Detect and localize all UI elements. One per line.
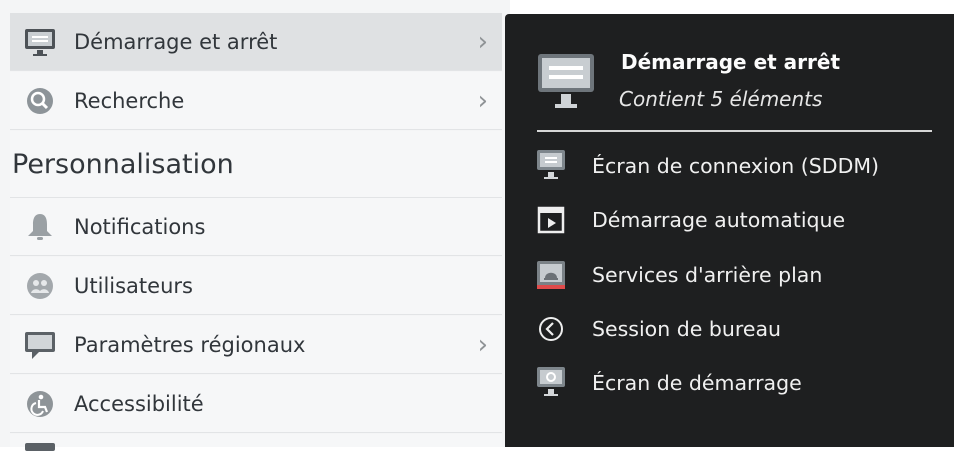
partial-item-icon bbox=[24, 436, 56, 451]
background-services-icon bbox=[535, 259, 567, 291]
section-title: Personnalisation bbox=[12, 148, 234, 180]
sidebar-item-label: Notifications bbox=[74, 214, 206, 239]
sidebar-item-notifications[interactable]: Notifications bbox=[10, 198, 502, 256]
sidebar-item-label: Recherche bbox=[74, 88, 185, 113]
category-tooltip: Démarrage et arrêt Contient 5 éléments É… bbox=[505, 14, 954, 447]
tooltip-entry-desktop-session: Session de bureau bbox=[535, 309, 945, 349]
sidebar-item-demarrage-arret[interactable]: Démarrage et arrêt › bbox=[10, 13, 502, 71]
tooltip-entry-label: Session de bureau bbox=[592, 317, 782, 341]
users-icon bbox=[24, 271, 56, 301]
autostart-icon bbox=[535, 204, 567, 236]
tooltip-entry-splash-screen: Écran de démarrage bbox=[535, 363, 945, 403]
tooltip-entry-background-services: Services d'arrière plan bbox=[535, 255, 945, 295]
bell-icon bbox=[24, 212, 56, 242]
sidebar-item-accessibilite[interactable]: Accessibilité bbox=[10, 375, 502, 433]
sidebar-item-label: Démarrage et arrêt bbox=[74, 29, 278, 54]
tooltip-entry-label: Écran de connexion (SDDM) bbox=[592, 154, 880, 178]
settings-sidebar: Démarrage et arrêt › Recherche › Personn… bbox=[0, 0, 510, 451]
chevron-right-icon: › bbox=[477, 26, 488, 57]
sidebar-item-label: Accessibilité bbox=[74, 391, 204, 416]
sidebar-item-partial[interactable] bbox=[10, 434, 502, 451]
sidebar-item-label: Utilisateurs bbox=[74, 273, 193, 298]
tooltip-entry-label: Démarrage automatique bbox=[592, 208, 846, 232]
monitor-startup-icon bbox=[537, 50, 595, 112]
chevron-right-icon: › bbox=[477, 329, 488, 360]
search-icon bbox=[24, 86, 56, 116]
tooltip-divider bbox=[537, 130, 932, 132]
tooltip-subtitle: Contient 5 éléments bbox=[619, 87, 823, 111]
tooltip-entry-login-screen: Écran de connexion (SDDM) bbox=[535, 146, 945, 186]
desktop-session-icon bbox=[535, 313, 567, 345]
sidebar-item-utilisateurs[interactable]: Utilisateurs bbox=[10, 257, 502, 315]
chevron-right-icon: › bbox=[477, 85, 488, 116]
monitor-startup-icon bbox=[24, 27, 56, 57]
sidebar-item-parametres-regionaux[interactable]: Paramètres régionaux › bbox=[10, 316, 502, 374]
tooltip-entry-label: Écran de démarrage bbox=[592, 371, 802, 395]
section-header-personnalisation: Personnalisation bbox=[10, 131, 502, 198]
splash-screen-icon bbox=[535, 367, 567, 399]
tooltip-entry-label: Services d'arrière plan bbox=[592, 263, 823, 287]
sidebar-item-label: Paramètres régionaux bbox=[74, 332, 306, 357]
tooltip-entry-autostart: Démarrage automatique bbox=[535, 200, 945, 240]
sidebar-item-recherche[interactable]: Recherche › bbox=[10, 72, 502, 130]
login-screen-icon bbox=[535, 150, 567, 182]
tooltip-title: Démarrage et arrêt bbox=[621, 50, 841, 74]
accessibility-icon bbox=[24, 389, 56, 419]
speech-bubble-icon bbox=[24, 330, 56, 360]
